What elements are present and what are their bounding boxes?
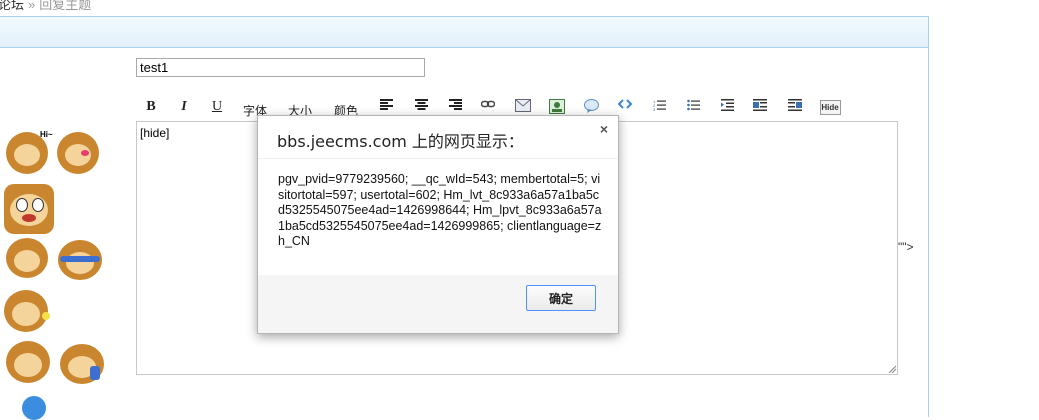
emoticon-monkey-hi[interactable]: Hi~ bbox=[6, 130, 53, 174]
media-left-icon[interactable] bbox=[752, 96, 768, 118]
unordered-list-icon[interactable] bbox=[685, 96, 701, 118]
emoticon-monkey-shock[interactable] bbox=[4, 184, 54, 234]
emoticon-monkey-cry[interactable] bbox=[6, 238, 48, 278]
emoticon-monkey-laugh[interactable] bbox=[6, 341, 50, 383]
italic-button[interactable]: I bbox=[177, 96, 191, 118]
hide-icon-label: Hide bbox=[819, 100, 841, 115]
stray-markup-text: ""> bbox=[898, 240, 914, 254]
emoticon-monkey-wink[interactable] bbox=[4, 290, 50, 332]
close-icon[interactable]: × bbox=[600, 121, 608, 137]
emoticon-monkey-kiss[interactable] bbox=[57, 132, 99, 174]
breadcrumb-separator: » bbox=[28, 0, 36, 12]
dialog-title: bbs.jeecms.com 上的网页显示： bbox=[277, 132, 524, 151]
alert-dialog: bbs.jeecms.com 上的网页显示： × pgv_pvid=977923… bbox=[257, 115, 619, 334]
bold-button[interactable]: B bbox=[143, 96, 159, 118]
editor-content: [hide] bbox=[140, 126, 170, 140]
breadcrumb: 论坛 » 回复主题 bbox=[0, 0, 91, 12]
dialog-footer: 确定 bbox=[258, 275, 618, 333]
underline-button[interactable]: U bbox=[210, 96, 224, 118]
ok-button[interactable]: 确定 bbox=[526, 285, 596, 311]
emoticon-monkey-blindfold[interactable] bbox=[58, 240, 102, 280]
subject-input[interactable] bbox=[136, 58, 425, 77]
dialog-body: pgv_pvid=9779239560; __qc_wId=543; membe… bbox=[258, 158, 618, 274]
code-icon[interactable] bbox=[617, 96, 633, 118]
media-right-icon[interactable] bbox=[787, 96, 803, 118]
emoticon-ball[interactable] bbox=[22, 396, 46, 420]
emoticon-monkey-phone[interactable] bbox=[60, 344, 104, 384]
ordered-list-icon[interactable]: 123 bbox=[651, 96, 667, 118]
indent-icon[interactable] bbox=[719, 96, 735, 118]
breadcrumb-current: 回复主题 bbox=[39, 0, 92, 12]
dialog-message: pgv_pvid=9779239560; __qc_wId=543; membe… bbox=[278, 172, 602, 248]
resize-grip-icon[interactable] bbox=[888, 365, 896, 373]
panel-header bbox=[0, 17, 928, 48]
svg-text:3: 3 bbox=[653, 107, 656, 112]
hide-icon[interactable]: Hide bbox=[819, 96, 841, 118]
breadcrumb-forum-link[interactable]: 论坛 bbox=[0, 0, 24, 12]
